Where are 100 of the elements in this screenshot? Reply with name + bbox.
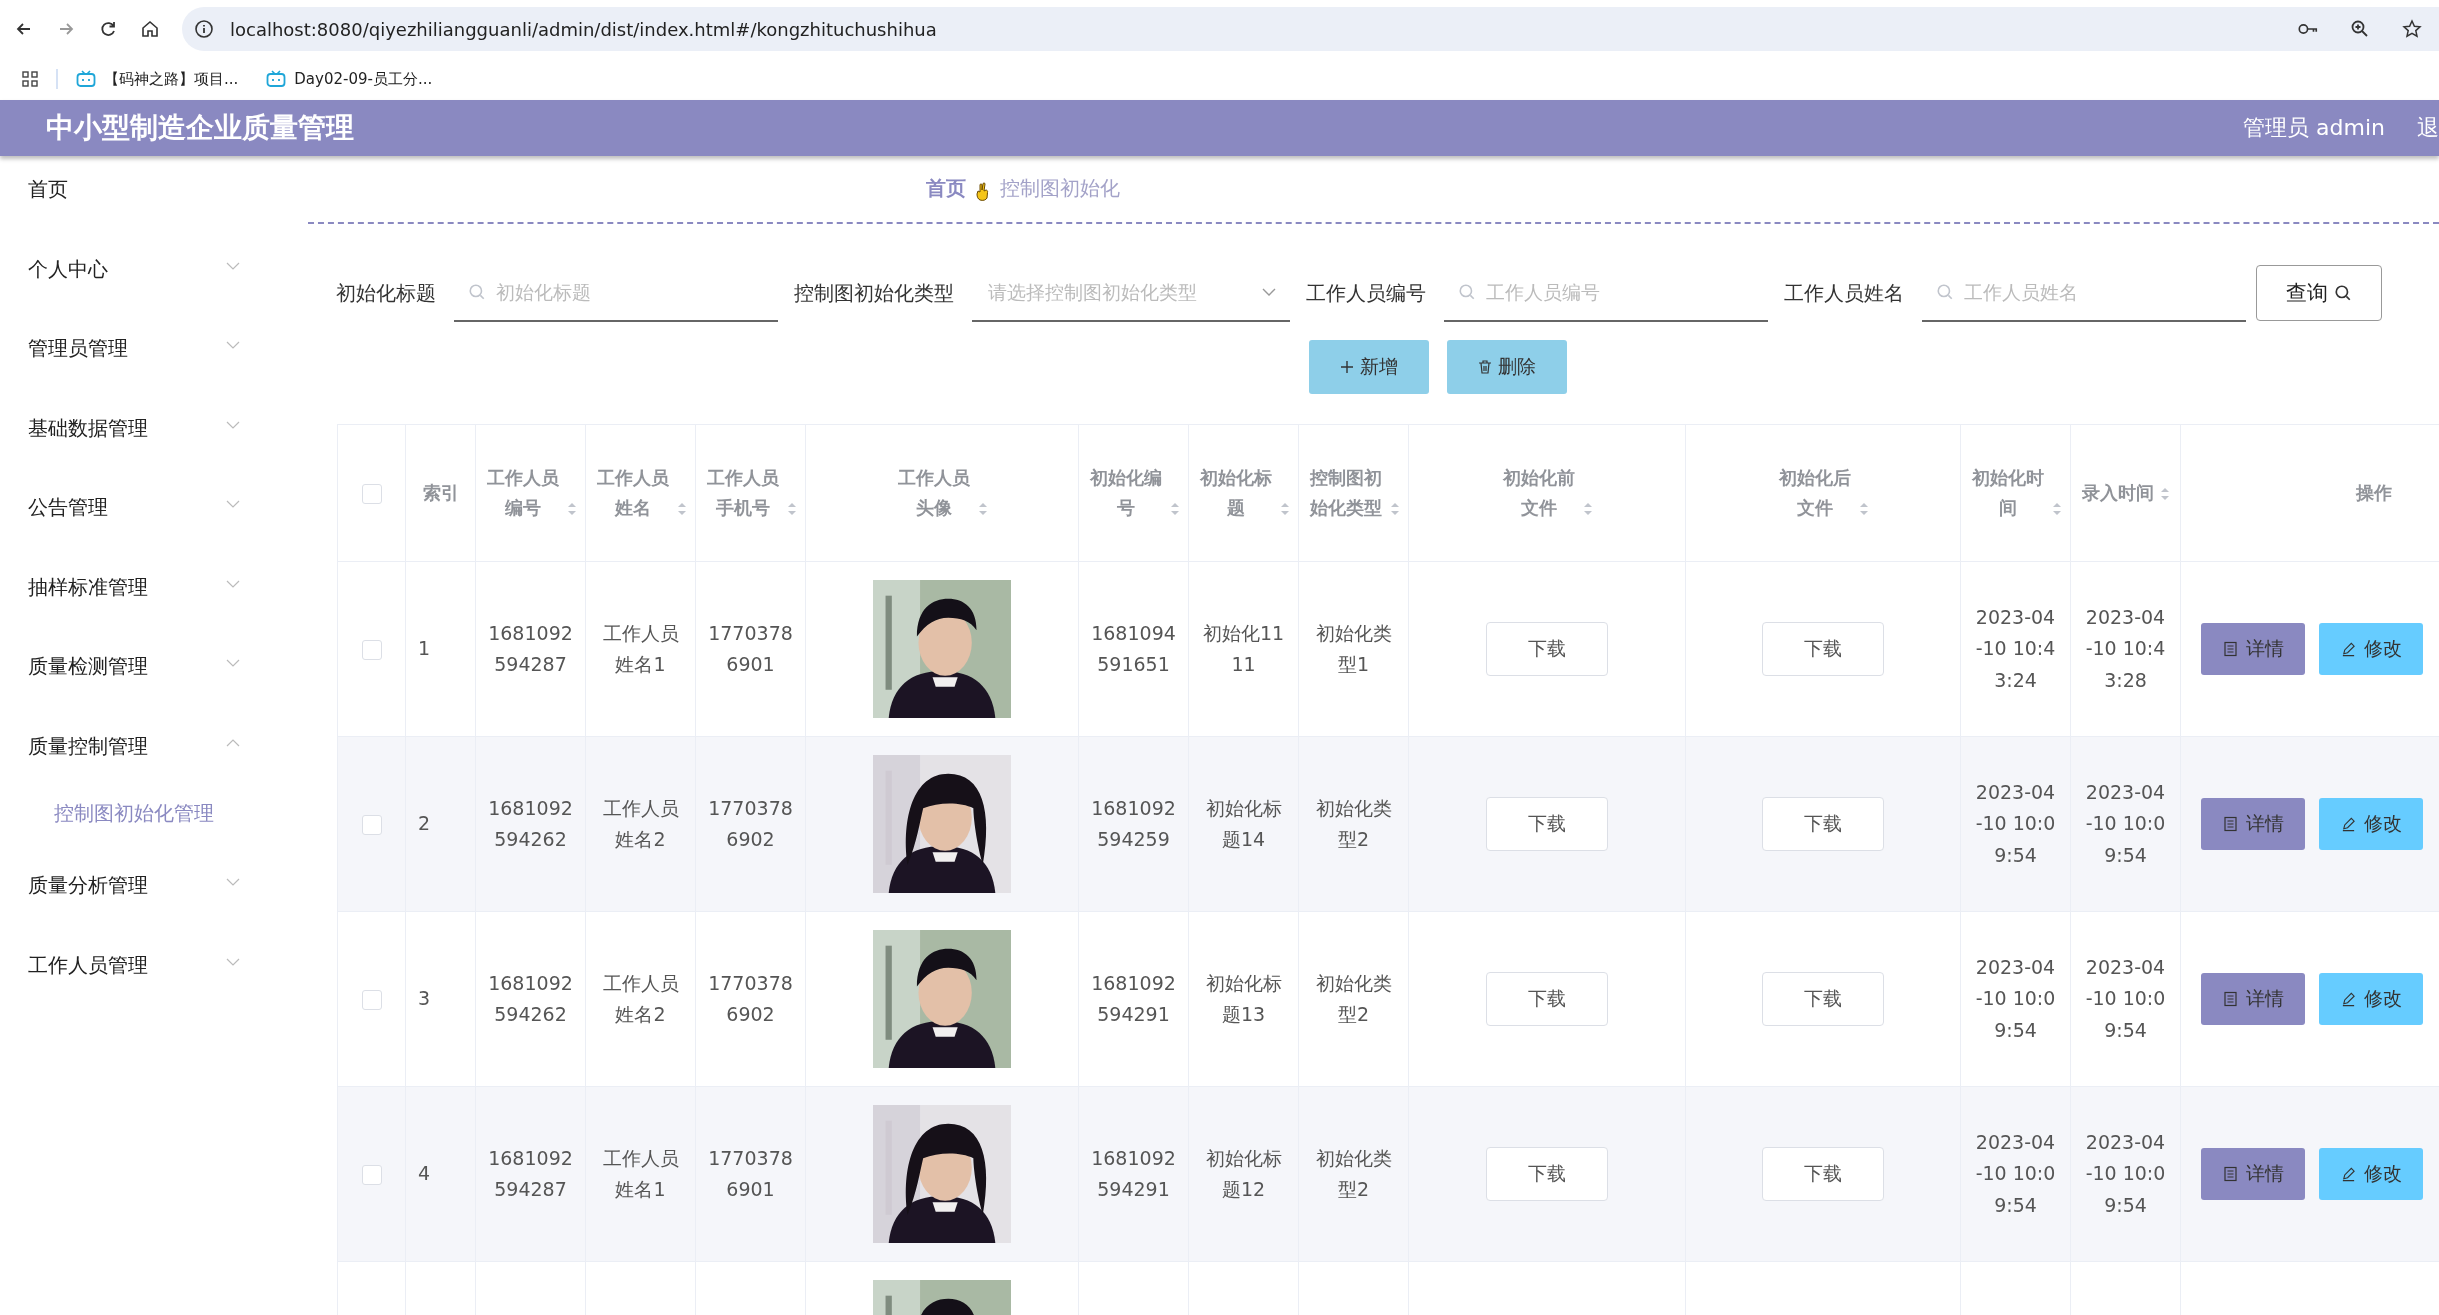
column-header: 索引 — [422, 481, 459, 506]
download-button[interactable]: 下载 — [1486, 1147, 1608, 1201]
table-cell: 初始化标题13 — [1205, 971, 1282, 1025]
edit-button[interactable]: 修改 — [2319, 798, 2423, 850]
column-header: 工作人员姓名 — [595, 466, 670, 520]
sort-icon[interactable] — [1389, 500, 1400, 517]
menu-item[interactable]: 工作人员管理 — [0, 949, 300, 1029]
sort-icon[interactable] — [1583, 500, 1593, 517]
sort-icon[interactable] — [1169, 500, 1180, 517]
column-header: 工作人员头像 — [897, 466, 971, 520]
download-button[interactable]: 下载 — [1762, 972, 1884, 1026]
pen-icon — [2340, 1166, 2356, 1182]
info-icon[interactable] — [194, 19, 214, 39]
filter-label: 工作人员编号 — [1306, 279, 1426, 307]
download-button[interactable]: 下载 — [1762, 1147, 1884, 1201]
checkbox[interactable] — [361, 1164, 382, 1185]
sort-icon[interactable] — [786, 500, 797, 517]
table-cell: 初始化类型2 — [1315, 796, 1392, 850]
menu-item[interactable]: 首页 — [0, 174, 300, 254]
details-button[interactable]: 详情 — [2201, 973, 2305, 1025]
search-icon — [468, 283, 486, 301]
column-header: 初始化编号 — [1088, 466, 1163, 520]
url-text: localhost:8080/qiyezhiliangguanli/admin/dist/index.html#/kongzhituchushihua — [230, 18, 937, 40]
column-header: 初始化标题 — [1198, 466, 1273, 520]
add-button[interactable]: 新增 — [1308, 340, 1429, 394]
address-bar[interactable]: localhost:8080/qiyezhiliangguanli/admin/dist/index.html#/kongzhituchushihua — [182, 7, 2439, 51]
search-field[interactable]: 初始化标题 — [494, 263, 778, 321]
document-icon — [2222, 991, 2238, 1007]
sort-icon[interactable] — [978, 500, 988, 517]
sort-icon[interactable] — [1279, 500, 1290, 517]
tv-icon — [76, 70, 96, 88]
sort-icon[interactable] — [676, 500, 687, 517]
query-button[interactable]: 查询 — [2256, 265, 2382, 321]
table-cell: 初始化类型2 — [1315, 1146, 1392, 1200]
table-cell: 初始化类型1 — [1315, 621, 1392, 675]
edit-button[interactable]: 修改 — [2319, 973, 2423, 1025]
table-cell: 1681092594291 — [1091, 1146, 1176, 1200]
column-header: 控制图初始化类型 — [1308, 466, 1383, 520]
table-cell: 1681092594262 — [488, 971, 573, 1025]
column-header: 操作 — [2356, 481, 2392, 506]
menu-item[interactable]: 质量分析管理 — [0, 870, 300, 950]
table-cell: 2023-04-10 10:09:54 — [2085, 1131, 2166, 1216]
sort-icon[interactable] — [2051, 500, 2062, 517]
table-cell: 2 — [418, 812, 431, 835]
table-cell: 1681092594287 — [488, 1146, 573, 1200]
download-button[interactable]: 下载 — [1762, 622, 1884, 676]
bookmark[interactable]: 【码神之路】项目... — [76, 69, 239, 89]
pen-icon — [2340, 816, 2356, 832]
breadcrumb-current: 控制图初始化 — [1000, 175, 1120, 202]
tv-icon — [266, 70, 287, 88]
checkbox[interactable] — [361, 989, 382, 1010]
table-cell: 工作人员姓名2 — [602, 796, 679, 850]
sort-icon[interactable] — [2159, 485, 2170, 502]
search-icon — [2334, 284, 2352, 302]
document-icon — [2222, 641, 2238, 657]
menu-item[interactable]: 抽样标准管理 — [0, 571, 300, 651]
menu-item[interactable]: 管理员管理 — [0, 333, 300, 413]
table-cell: 3 — [418, 987, 431, 1010]
menu-item[interactable]: 质量检测管理 — [0, 651, 300, 731]
table-cell: 工作人员姓名1 — [602, 1146, 679, 1200]
menu-item[interactable]: 个人中心 — [0, 253, 300, 333]
sort-icon[interactable] — [566, 500, 577, 517]
filter-label: 初始化标题 — [336, 279, 436, 307]
sort-icon[interactable] — [1859, 500, 1869, 517]
bookmark[interactable]: Day02-09-员工分... — [266, 69, 433, 89]
trash-icon — [1477, 360, 1492, 374]
delete-button[interactable]: 删除 — [1446, 340, 1567, 394]
edit-button[interactable]: 修改 — [2319, 623, 2423, 675]
details-button[interactable]: 详情 — [2201, 623, 2305, 675]
select-field[interactable]: 请选择控制图初始化类型 — [986, 263, 1262, 321]
reload-icon[interactable] — [98, 19, 118, 39]
table-cell: 初始化标题14 — [1205, 796, 1282, 850]
home-icon[interactable] — [140, 19, 160, 39]
download-button[interactable]: 下载 — [1486, 972, 1608, 1026]
star-icon[interactable] — [2401, 19, 2423, 39]
details-button[interactable]: 详情 — [2201, 798, 2305, 850]
filter-label: 工作人员姓名 — [1784, 279, 1904, 307]
table-cell: 2023-04-10 10:09:54 — [1975, 1131, 2056, 1216]
menu-item[interactable]: 公告管理 — [0, 492, 300, 572]
column-header: 初始化前文件 — [1502, 466, 1576, 520]
search-field[interactable]: 工作人员姓名 — [1962, 263, 2246, 321]
apps-icon[interactable] — [22, 71, 38, 87]
table-cell: 17703786902 — [708, 971, 793, 1025]
checkbox[interactable] — [361, 484, 382, 505]
search-field[interactable]: 工作人员编号 — [1484, 263, 1768, 321]
download-button[interactable]: 下载 — [1486, 797, 1608, 851]
table-cell: 17703786901 — [708, 1146, 793, 1200]
column-header: 初始化后文件 — [1778, 466, 1852, 520]
checkbox[interactable] — [361, 639, 382, 660]
edit-button[interactable]: 修改 — [2319, 1148, 2423, 1200]
checkbox[interactable] — [361, 814, 382, 835]
table-cell: 2023-04-10 10:43:24 — [1975, 606, 2056, 691]
menu-item[interactable]: 基础数据管理 — [0, 412, 300, 492]
column-header: 工作人员手机号 — [705, 466, 780, 520]
document-icon — [2222, 1166, 2238, 1182]
details-button[interactable]: 详情 — [2201, 1148, 2305, 1200]
table-cell: 1681092594262 — [488, 796, 573, 850]
table-cell: 初始化1111 — [1202, 621, 1285, 675]
download-button[interactable]: 下载 — [1762, 797, 1884, 851]
download-button[interactable]: 下载 — [1486, 622, 1608, 676]
